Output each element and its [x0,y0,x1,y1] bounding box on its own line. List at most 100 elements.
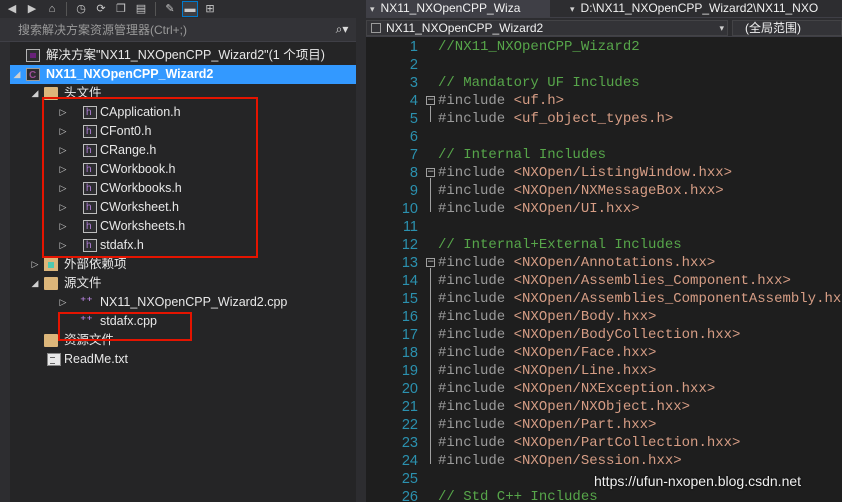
code-line: 19 #include <NXOpen/Line.hxx> [366,362,842,380]
expanded-arrow-icon[interactable]: ◢ [30,84,40,103]
project-dropdown[interactable]: NX11_NXOpenCPP_Wizard2 ▾ [366,20,728,36]
chevron-down-icon[interactable]: ▾ [370,4,375,14]
toolbar-separator [66,2,67,16]
code-line: 9 #include <NXOpen/NXMessageBox.hxx> [366,182,842,200]
tree-file-source[interactable]: ▷ ⁺⁺ NX11_NXOpenCPP_Wizard2.cpp [10,293,356,312]
tab-label: NX11_NXOpenCPP_Wiza [380,1,521,15]
code-line: 3 // Mandatory UF Includes [366,74,842,92]
fold-guide [430,380,431,398]
history-icon[interactable]: ◷ [73,1,89,17]
solution-icon [26,49,40,62]
project-dropdown-label: NX11_NXOpenCPP_Wizard2 [386,21,544,35]
include-path: <uf_object_types.h> [513,111,674,127]
include-keyword: #include [438,435,514,451]
home-icon[interactable]: ⌂ [44,1,60,17]
line-number: 23 [401,435,418,451]
expanded-arrow-icon[interactable]: ◢ [12,65,22,84]
search-options-button[interactable]: ⌕▾ [328,20,356,40]
line-number: 18 [401,345,418,361]
watermark-text: https://ufun-nxopen.blog.csdn.net [594,473,802,489]
file-label: ReadMe.txt [64,352,128,366]
include-keyword: #include [438,453,514,469]
code-line: 21 #include <NXOpen/NXObject.hxx> [366,398,842,416]
panel-edge [0,42,10,502]
code-line: 15 #include <NXOpen/Assemblies_ComponentA… [366,290,842,308]
line-number: 24 [401,453,418,469]
collapse-toggle-icon[interactable]: − [426,96,435,105]
tree-solution-node[interactable]: 解决方案"NX11_NXOpenCPP_Wizard2"(1 个项目) [10,46,356,65]
line-number: 22 [401,417,418,433]
include-path: <NXOpen/Part.hxx> [513,417,657,433]
line-number: 6 [409,129,418,145]
fold-guide [430,110,431,122]
tree-folder-sources[interactable]: ◢ 源文件 [10,274,356,293]
forward-icon[interactable]: ▶ [24,1,40,17]
include-path: <NXOpen/PartCollection.hxx> [513,435,741,451]
folder-label: 源文件 [64,276,102,290]
include-path: <NXOpen/NXObject.hxx> [513,399,691,415]
copy-icon[interactable]: ❐ [113,1,129,17]
include-path: <NXOpen/NXMessageBox.hxx> [513,183,724,199]
collapsed-arrow-icon[interactable]: ▷ [30,255,40,274]
collapsed-arrow-icon[interactable]: ▷ [58,293,68,312]
code-line: 12 // Internal+External Includes [366,236,842,254]
editor-navigation-bar: NX11_NXOpenCPP_Wizard2 ▾ (全局范围) [366,17,842,37]
include-keyword: #include [438,399,514,415]
project-icon [371,23,381,33]
line-number: 25 [401,471,418,487]
project-label: NX11_NXOpenCPP_Wizard2 [46,67,214,81]
line-number: 20 [401,381,418,397]
include-keyword: #include [438,381,514,397]
code-area[interactable]: 1//NX11_NXOpenCPP_Wizard2 2 3// Mandatory … [366,37,842,502]
code-comment: // Mandatory UF Includes [438,75,640,91]
line-number: 21 [401,399,418,415]
include-keyword: #include [438,345,514,361]
include-keyword: #include [438,255,514,271]
include-keyword: #include [438,201,514,217]
line-number: 8 [409,165,418,181]
collapse-toggle-icon[interactable]: − [426,168,435,177]
chevron-down-icon[interactable]: ▾ [719,21,724,35]
code-line: 24 #include <NXOpen/Session.hxx> [366,452,842,470]
toolbar-separator [155,2,156,16]
highlight-box-headers [42,97,258,258]
expanded-arrow-icon[interactable]: ◢ [30,274,40,293]
line-number: 13 [401,255,418,271]
collapse-icon[interactable]: ▬ [182,1,198,17]
external-deps-icon [44,258,58,271]
include-keyword: #include [438,291,514,307]
include-keyword: #include [438,363,514,379]
tree-project-node[interactable]: ◢ NX11_NXOpenCPP_Wizard2 [10,65,356,85]
include-path: <NXOpen/Annotations.hxx> [513,255,716,271]
properties-icon[interactable]: ▤ [133,1,149,17]
include-keyword: #include [438,273,514,289]
tree-file-readme[interactable]: ReadMe.txt [10,350,356,369]
include-path: <NXOpen/BodyCollection.hxx> [513,327,741,343]
code-line: 2 [366,56,842,74]
tab-file-path[interactable]: ▾ D:\NX11_NXOpenCPP_Wizard2\NX11_NXO [566,0,842,17]
solution-explorer-panel: ◀ ▶ ⌂ ◷ ⟳ ❐ ▤ ✎ ▬ ⊞ ⌕▾ 解决方案"NX11_NXOpenC… [0,0,356,502]
scope-dropdown[interactable]: (全局范围) [732,20,842,36]
tab-active-file[interactable]: ▾ NX11_NXOpenCPP_Wiza [366,0,550,17]
collapse-toggle-icon[interactable]: − [426,258,435,267]
include-path: <NXOpen/Body.hxx> [513,309,657,325]
line-number: 4 [409,93,418,109]
line-number: 15 [401,291,418,307]
include-keyword: #include [438,183,514,199]
back-icon[interactable]: ◀ [4,1,20,17]
chevron-down-icon[interactable]: ▾ [570,4,575,14]
code-line: 14 #include <NXOpen/Assemblies_Component.… [366,272,842,290]
pane-splitter[interactable] [356,0,366,502]
code-line: 4− #include <uf.h> [366,92,842,110]
include-path: <NXOpen/Line.hxx> [513,363,657,379]
search-bar: ⌕▾ [0,18,356,42]
wrench-icon[interactable]: ✎ [162,1,178,17]
include-path: <NXOpen/ListingWindow.hxx> [513,165,733,181]
search-input[interactable] [18,19,328,40]
network-icon[interactable]: ⊞ [202,1,218,17]
fold-guide [430,182,431,200]
code-line: 17 #include <NXOpen/BodyCollection.hxx> [366,326,842,344]
include-path: <NXOpen/Assemblies_Component.hxx> [513,273,791,289]
sync-icon[interactable]: ⟳ [93,1,109,17]
include-keyword: #include [438,417,514,433]
